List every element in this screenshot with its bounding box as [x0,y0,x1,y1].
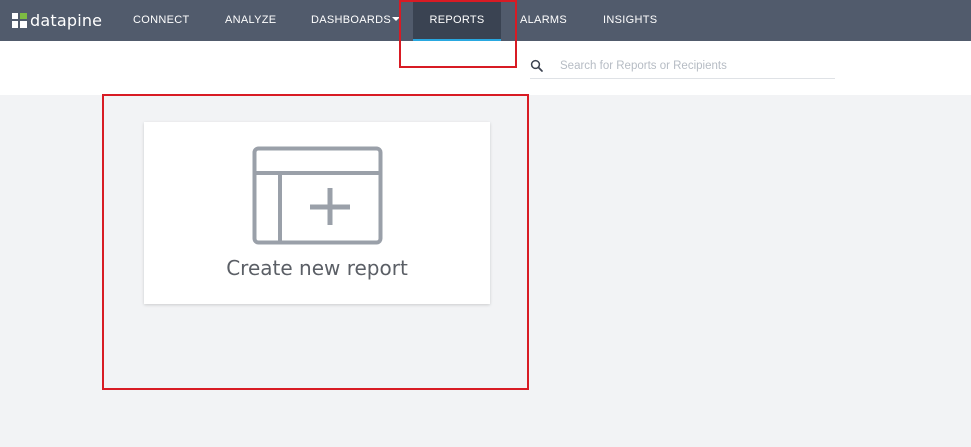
search-input[interactable] [560,56,830,76]
nav-item-insights[interactable]: INSIGHTS [603,0,657,41]
nav-item-alarms[interactable]: ALARMS [520,0,567,41]
nav-item-label: CONNECT [133,14,190,26]
nav-item-connect[interactable]: CONNECT [133,0,190,41]
create-new-report-card[interactable]: Create new report [144,122,490,304]
nav-item-label: REPORTS [429,14,485,26]
caret-down-icon [392,17,401,22]
brand-name: datapine [30,10,103,30]
nav-item-label: ALARMS [520,14,568,26]
nav-item-analyze[interactable]: ANALYZE [225,0,276,41]
nav-item-label: DASHBOARDS [311,14,392,26]
datapine-logo-icon [12,12,27,28]
add-report-icon [252,146,383,245]
search-field [530,56,835,79]
nav-item-dashboards[interactable]: DASHBOARDS [311,0,401,41]
top-navigation-bar: datapine CONNECT ANALYZE DASHBOARDS REPO… [0,0,971,41]
nav-item-label: ANALYZE [225,14,277,26]
datapine-logo[interactable]: datapine [12,10,102,30]
nav-item-label: INSIGHTS [603,14,658,26]
search-icon[interactable] [530,59,544,73]
create-new-report-label: Create new report [226,256,408,280]
nav-item-reports[interactable]: REPORTS [413,0,501,41]
